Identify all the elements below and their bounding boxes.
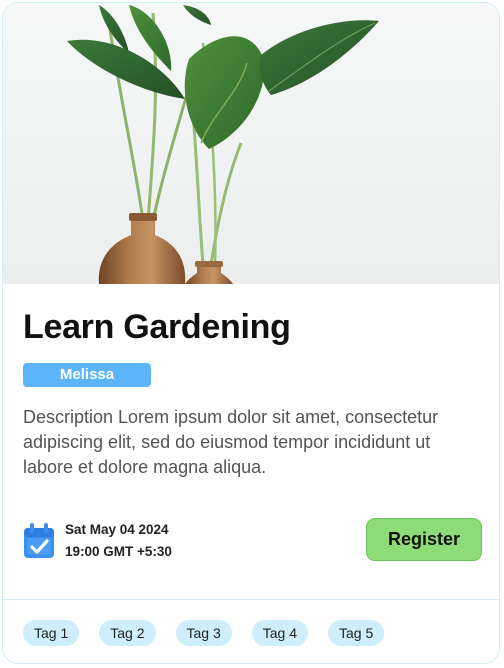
tag-chip[interactable]: Tag 5 [328, 620, 385, 646]
tag-list: Tag 1 Tag 2 Tag 3 Tag 4 Tag 5 [23, 620, 404, 646]
tag-chip[interactable]: Tag 4 [251, 620, 308, 646]
card-divider [3, 599, 499, 600]
potted-plant-image [3, 3, 499, 284]
event-datetime: Sat May 04 2024 19:00 GMT +5:30 [23, 517, 172, 565]
plant-photo [3, 3, 499, 284]
register-button[interactable]: Register [366, 518, 482, 561]
event-time: 19:00 GMT +5:30 [65, 544, 172, 559]
host-badge: Melissa [23, 363, 151, 387]
calendar-check-icon [24, 523, 54, 558]
tag-chip[interactable]: Tag 2 [99, 620, 156, 646]
event-title: Learn Gardening [23, 308, 291, 346]
event-date: Sat May 04 2024 [65, 522, 169, 537]
event-description: Description Lorem ipsum dolor sit amet, … [23, 407, 439, 477]
event-card: Learn Gardening Melissa Description Lore… [2, 2, 500, 664]
tag-chip[interactable]: Tag 1 [23, 620, 80, 646]
tag-chip[interactable]: Tag 3 [175, 620, 232, 646]
